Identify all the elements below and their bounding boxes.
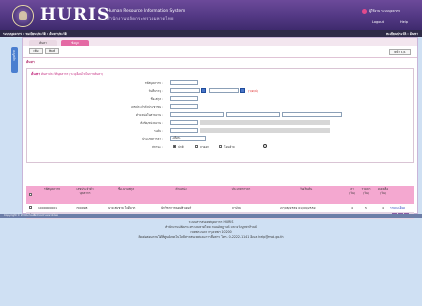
select-all-checkbox[interactable]: [29, 193, 32, 196]
breadcrumb-right: ทะเบียนประวัติ : ค้นหา: [386, 31, 418, 36]
page-nav[interactable]: หน้า 1/1: [389, 49, 411, 55]
start-date-to-input[interactable]: [209, 88, 239, 93]
status-transfer-label: โอนย้าย: [224, 145, 235, 149]
print-button[interactable]: พิมพ์: [45, 48, 59, 54]
national-id-input[interactable]: [170, 104, 198, 109]
footer-info: ระบบสารสนเทศบุคลากร HURIS สำนักงานปลัดกร…: [0, 220, 422, 240]
search-icon[interactable]: [263, 144, 267, 148]
main-panel: ค้นหา ข้อมูล เพิ่ม พิมพ์ หน้า 1/1 ค้นหา …: [22, 37, 418, 219]
cell-leave-days: 4: [351, 206, 353, 210]
app-name: HURIS: [40, 5, 111, 25]
status-transfer-checkbox[interactable]: [219, 145, 222, 148]
logout-link[interactable]: Logout: [372, 20, 384, 24]
date-format-hint: (ว/ด/ป): [248, 89, 258, 93]
tab-data[interactable]: ข้อมูล: [61, 40, 89, 46]
cell-remaining: 4: [382, 206, 384, 210]
tab-bar: ค้นหา ข้อมูล: [23, 38, 417, 46]
department-name-readonly: [200, 120, 330, 125]
col-staff-id[interactable]: รหัสบุคลากร: [38, 187, 66, 192]
cell-position: นักวิชาการคอมพิวเตอร์: [161, 206, 192, 210]
search-form: ค้นหา ค้นหาประวัติบุคลากร (ระบุเงื่อนไขใ…: [26, 68, 414, 163]
label-position: ตำแหน่งในสายงาน :: [135, 113, 163, 117]
calendar-icon[interactable]: [240, 88, 245, 93]
level-name-readonly: [200, 128, 330, 133]
side-menu-label: เมนูหลัก: [12, 50, 16, 61]
label-start-date: วันที่บรรจุ :: [148, 89, 163, 93]
cell-leave-type: ลาป่วย: [232, 206, 241, 210]
cell-start-date: 27/08/2559 01/09/2559: [280, 206, 316, 210]
logo-icon: [12, 5, 34, 27]
col-start-date[interactable]: วันเริ่มต้น: [286, 187, 326, 192]
status-normal-label: ปกติ: [178, 145, 184, 149]
status-normal-checkbox[interactable]: [173, 145, 176, 148]
label-national-id: เลขประจำตัวประชาชน :: [130, 105, 163, 109]
calendar-icon[interactable]: [201, 88, 206, 93]
label-status: สถานะ :: [152, 145, 163, 149]
app-subtitle-thai: สำนักงานปลัดกระทรวงมหาดไทย: [107, 16, 174, 21]
results-table-header: รหัสบุคลากร เลขประจำตัวบุคลากร ชื่อ-นามส…: [26, 186, 414, 204]
footer-strip: Copyright © สำนักงานปลัดกระทรวงมหาดไทย: [0, 214, 422, 218]
cell-staff-number: 700098: [76, 206, 88, 210]
top-banner: HURIS Human Resource Information System …: [0, 0, 422, 30]
position-input-2[interactable]: [226, 112, 280, 117]
name-input[interactable]: [170, 96, 198, 101]
position-input-3[interactable]: [282, 112, 342, 117]
start-date-from-input[interactable]: [170, 88, 200, 93]
leave-type-select[interactable]: -เลือก-: [170, 136, 206, 141]
col-total-leave[interactable]: รวมลา (วัน): [359, 187, 373, 195]
status-resigned-label: ลาออก: [200, 145, 209, 149]
breadcrumb: ระบบบุคลากร : ทะเบียนประวัติ : ค้นหาประว…: [3, 31, 67, 36]
col-position[interactable]: ตำแหน่ง: [161, 187, 201, 192]
copyright-text: Copyright © สำนักงานปลัดกระทรวงมหาดไทย: [4, 214, 58, 217]
position-input[interactable]: [170, 112, 224, 117]
label-name: ชื่อ-สกุล :: [150, 97, 163, 101]
col-leave-days[interactable]: ลา (วัน): [347, 187, 357, 195]
row-checkbox[interactable]: [29, 206, 32, 209]
cell-staff-id: 1000000001: [38, 206, 58, 210]
cell-total-leave: 5: [365, 206, 367, 210]
staff-id-input[interactable]: [170, 80, 198, 85]
level-input[interactable]: [170, 128, 198, 133]
user-icon: [362, 9, 367, 14]
form-title: ค้นหา: [31, 72, 41, 76]
footer-line: ติดต่อสอบถามได้ที่ศูนย์เทคโนโลยีสารสนเทศ…: [138, 235, 284, 239]
tab-search[interactable]: ค้นหา: [29, 40, 57, 46]
label-leave-type: ประเภทการลา :: [142, 137, 163, 141]
divider: [23, 57, 417, 58]
status-resigned-checkbox[interactable]: [195, 145, 198, 148]
col-staff-number[interactable]: เลขประจำตัวบุคลากร: [72, 187, 98, 195]
col-remaining[interactable]: คงเหลือ (วัน): [376, 187, 390, 195]
app-subtitle: Human Resource Information System: [107, 8, 186, 13]
add-button[interactable]: เพิ่ม: [29, 48, 43, 54]
help-link[interactable]: Help: [400, 20, 408, 24]
side-menu-tab[interactable]: เมนูหลัก: [11, 47, 18, 73]
detail-link[interactable]: รายละเอียด: [390, 206, 405, 211]
label-level: ระดับ :: [153, 129, 163, 133]
department-input[interactable]: [170, 120, 198, 125]
label-department: สังกัด/หน่วยงาน :: [140, 121, 163, 125]
section-label: ค้นหา: [26, 60, 35, 64]
label-staff-id: รหัสบุคลากร :: [144, 81, 163, 85]
form-subtitle: ค้นหาประวัติบุคลากร (ระบุเงื่อนไขในการค้…: [41, 71, 104, 76]
breadcrumb-bar: ระบบบุคลากร : ทะเบียนประวัติ : ค้นหาประว…: [0, 30, 422, 37]
user-text: ผู้ใช้งาน ระบบบุคลากร: [369, 9, 401, 13]
col-name[interactable]: ชื่อ-นามสกุล: [106, 187, 146, 192]
col-leave-type[interactable]: ประเภทการลา: [221, 187, 261, 192]
cell-name: นาย สมชาย ใจดีมาก: [108, 206, 136, 210]
